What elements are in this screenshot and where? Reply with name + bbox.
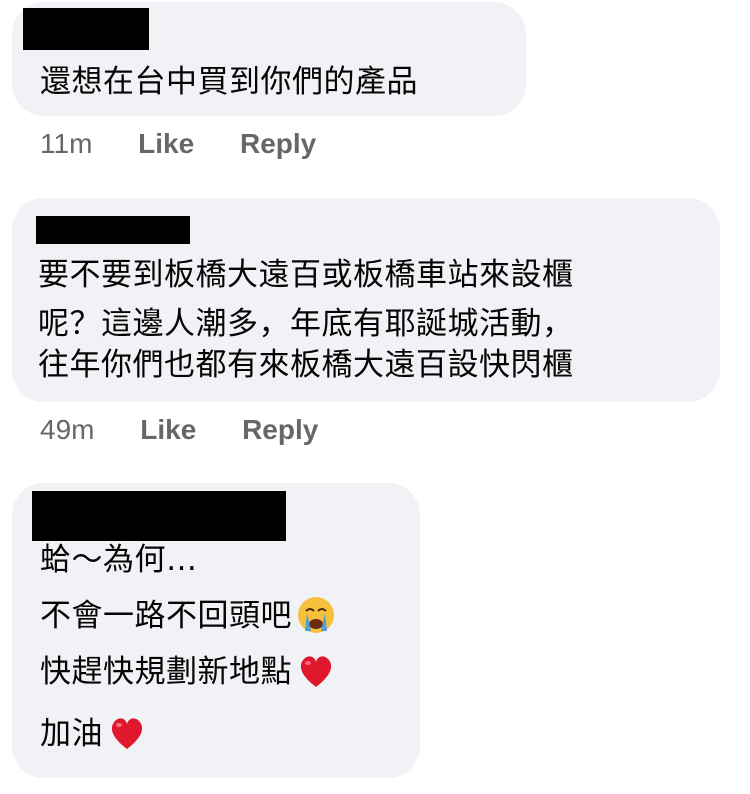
comment-actions: 11m Like Reply [40,128,316,160]
comment-text-line: 加油 [40,709,147,759]
comment-text: 不會一路不回頭吧 [40,598,292,634]
comment-timestamp: 11m [40,128,93,159]
comment-text-line: 還想在台中買到你們的產品 [40,64,418,100]
comment-bubble-3: 蛤～為何… 不會一路不回頭吧 快趕快規劃新地點 加油 [12,483,420,778]
comment-text: 快趕快規劃新地點 [40,654,292,690]
comment-text-line: 往年你們也都有來板橋大遠百設快閃櫃 [38,347,574,383]
red-heart-icon [107,713,147,753]
like-button[interactable]: Like [140,414,196,445]
comment-text: 加油 [40,716,103,752]
crying-face-icon [296,595,336,635]
redacted-author-name [32,491,286,541]
redacted-author-name [23,8,149,50]
comment-timestamp: 49m [40,414,95,445]
comment-text-line: 快趕快規劃新地點 [40,647,336,697]
redacted-author-name [36,216,190,244]
comment-bubble-2: 要不要到板橋大遠百或板橋車站來設櫃 呢？這邊人潮多，年底有耶誕城活動， 往年你們… [12,198,720,402]
reply-button[interactable]: Reply [242,414,318,445]
comment-text-line: 蛤～為何… [40,542,198,578]
like-button[interactable]: Like [138,128,194,159]
red-heart-icon [296,651,336,691]
comment-bubble-1: 還想在台中買到你們的產品 [12,2,526,116]
reply-button[interactable]: Reply [240,128,316,159]
comment-text-line: 不會一路不回頭吧 [40,591,336,641]
comment-text-line: 要不要到板橋大遠百或板橋車站來設櫃 [38,257,574,293]
comment-actions: 49m Like Reply [40,414,318,446]
